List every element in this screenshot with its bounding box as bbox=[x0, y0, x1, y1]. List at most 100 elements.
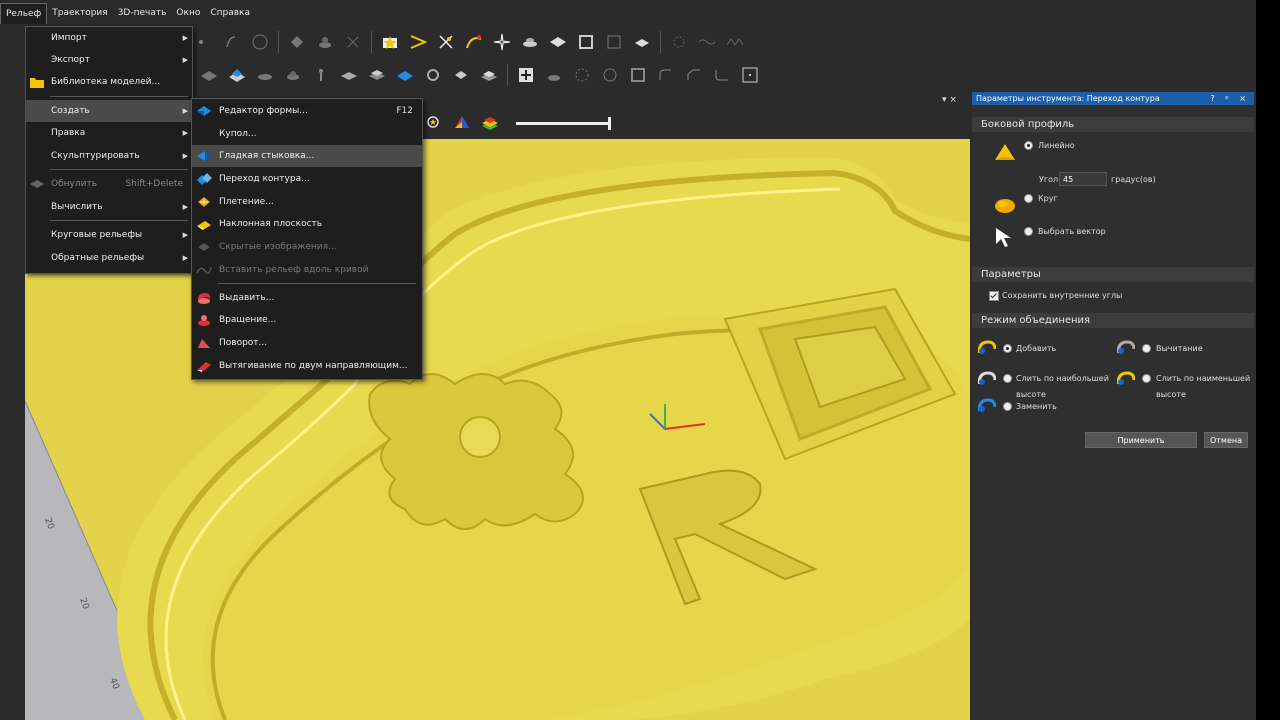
toolbar-separator bbox=[278, 31, 279, 53]
radio-add-label: Добавить bbox=[1016, 344, 1057, 353]
radio-merge-low-label: Слить по наименьшей bbox=[1156, 374, 1251, 383]
square-dot-icon[interactable] bbox=[739, 64, 761, 86]
menu-window[interactable]: Окно bbox=[171, 3, 205, 23]
star-vector-icon[interactable] bbox=[491, 31, 513, 53]
menu-relief[interactable]: Рельеф bbox=[0, 2, 48, 24]
apply-button[interactable]: Применить bbox=[1085, 432, 1197, 448]
relief-pin-icon[interactable] bbox=[310, 64, 332, 86]
square-dotted-icon[interactable] bbox=[599, 64, 621, 86]
submenu-item-turn[interactable]: Поворот... bbox=[192, 332, 422, 354]
color-layers-icon[interactable] bbox=[479, 112, 501, 134]
radio-merge-high[interactable] bbox=[1003, 374, 1012, 383]
chevron-vector-icon[interactable] bbox=[407, 31, 429, 53]
combine-add-icon bbox=[978, 340, 996, 354]
color-pyramid-icon[interactable] bbox=[451, 112, 473, 134]
radio-merge-low[interactable] bbox=[1142, 374, 1151, 383]
relief-gray-icon[interactable] bbox=[198, 64, 220, 86]
curve-relief-icon bbox=[196, 266, 212, 274]
relief-ring-icon[interactable] bbox=[422, 64, 444, 86]
box-relief-icon[interactable] bbox=[631, 31, 653, 53]
menu-help[interactable]: Справка bbox=[205, 3, 255, 23]
relief-layers-icon[interactable] bbox=[254, 64, 276, 86]
submenu-item-shape-editor[interactable]: Редактор формы... F12 bbox=[192, 100, 422, 122]
submenu-item-extrude[interactable]: Выдавить... bbox=[192, 287, 422, 309]
menu-item-create[interactable]: Создать ▶ bbox=[26, 100, 192, 122]
grid-icon[interactable] bbox=[603, 31, 625, 53]
submenu-item-smooth-join[interactable]: Гладкая стыковка... bbox=[192, 145, 422, 167]
radio-merge-high-label: Слить по наибольшей bbox=[1016, 374, 1109, 383]
weave-icon bbox=[198, 197, 210, 207]
square-frame-icon[interactable] bbox=[627, 64, 649, 86]
transparency-slider[interactable] bbox=[516, 116, 611, 130]
round-corner-icon[interactable] bbox=[711, 64, 733, 86]
menu-toolpath[interactable]: Траектория bbox=[47, 3, 112, 23]
tilted-plane-icon bbox=[197, 221, 211, 230]
cone-icon[interactable] bbox=[543, 64, 565, 86]
menu-item-calculate[interactable]: Вычислить ▶ bbox=[26, 196, 192, 218]
relief-plate-icon[interactable] bbox=[338, 64, 360, 86]
dots-icon[interactable] bbox=[668, 31, 690, 53]
section-heading: Параметры bbox=[981, 269, 1041, 280]
star-folder-icon[interactable] bbox=[379, 31, 401, 53]
relief-stack-icon[interactable] bbox=[366, 64, 388, 86]
paint-icon[interactable] bbox=[286, 31, 308, 53]
submenu-item-hidden-images[interactable]: Скрытые изображения... bbox=[192, 236, 422, 258]
submenu-item-weave[interactable]: Плетение... bbox=[192, 191, 422, 213]
submenu-item-spin[interactable]: Вращение... bbox=[192, 309, 422, 331]
menu-item-export[interactable]: Экспорт ▶ bbox=[26, 49, 192, 71]
relief-dome-icon[interactable] bbox=[282, 64, 304, 86]
circle-profile-icon bbox=[995, 199, 1015, 213]
wave-icon[interactable] bbox=[696, 31, 718, 53]
menu-item-sculpt[interactable]: Скульптурировать ▶ bbox=[26, 145, 192, 167]
screen-edge bbox=[1256, 0, 1280, 720]
disk-stack-icon[interactable] bbox=[519, 31, 541, 53]
tool-icon[interactable] bbox=[193, 31, 215, 53]
frame-icon[interactable] bbox=[575, 31, 597, 53]
zigzag-icon[interactable] bbox=[724, 31, 746, 53]
radio-circle[interactable] bbox=[1024, 194, 1033, 203]
menu-item-edit[interactable]: Правка ▶ bbox=[26, 122, 192, 144]
radio-subtract[interactable] bbox=[1142, 344, 1151, 353]
select-vector-cursor-icon bbox=[996, 228, 1011, 247]
radio-replace[interactable] bbox=[1003, 402, 1012, 411]
curve-vector-icon[interactable] bbox=[463, 31, 485, 53]
section-heading: Боковой профиль bbox=[981, 119, 1075, 130]
menu-separator bbox=[50, 96, 188, 97]
angle-input[interactable]: 45 bbox=[1059, 172, 1107, 186]
menu-3d-print[interactable]: 3D-печать bbox=[113, 3, 172, 23]
relief-diamond-icon[interactable] bbox=[450, 64, 472, 86]
submenu-item-relief-along-curve[interactable]: Вставить рельеф вдоль кривой bbox=[192, 259, 422, 281]
panel-title-buttons[interactable]: ? ᵖ × bbox=[1211, 92, 1250, 105]
submenu-item-tilted-plane[interactable]: Наклонная плоскость bbox=[192, 213, 422, 235]
tool-parameters-panel: Параметры инструмента: Переход контура ?… bbox=[972, 92, 1256, 720]
sculpt-icon[interactable] bbox=[221, 31, 243, 53]
layers-icon[interactable] bbox=[547, 31, 569, 53]
relief-layers2-icon[interactable] bbox=[478, 64, 500, 86]
submenu-item-contour-transition[interactable]: Переход контура... bbox=[192, 168, 422, 190]
circle-dotted-icon[interactable] bbox=[571, 64, 593, 86]
menu-item-circular-reliefs[interactable]: Круговые рельефы ▶ bbox=[26, 224, 192, 246]
submenu-item-two-rail-sweep[interactable]: Вытягивание по двум направляющим... bbox=[192, 355, 422, 377]
relief-blue-icon[interactable] bbox=[226, 64, 248, 86]
relief-blue-plate-icon[interactable] bbox=[394, 64, 416, 86]
radio-add[interactable] bbox=[1003, 344, 1012, 353]
menu-item-reset[interactable]: Обнулить Shift+Delete bbox=[26, 173, 192, 195]
viewport-window-buttons[interactable]: ▾ × bbox=[942, 95, 968, 105]
menu-item-reverse-reliefs[interactable]: Обратные рельефы ▶ bbox=[26, 247, 192, 269]
chamfer-icon[interactable] bbox=[683, 64, 705, 86]
stack-icon[interactable] bbox=[314, 31, 336, 53]
cancel-button[interactable]: Отмена bbox=[1204, 432, 1248, 448]
arrows-icon[interactable] bbox=[342, 31, 364, 53]
menu-item-model-library[interactable]: Библиотека моделей... bbox=[26, 71, 192, 93]
radio-select-vector[interactable] bbox=[1024, 227, 1033, 236]
submenu-item-dome[interactable]: Купол... bbox=[192, 123, 422, 145]
radio-linear[interactable] bbox=[1024, 141, 1033, 150]
scissors-vector-icon[interactable] bbox=[435, 31, 457, 53]
globe-icon[interactable] bbox=[249, 31, 271, 53]
add-icon[interactable] bbox=[515, 64, 537, 86]
keep-inner-corners-checkbox[interactable] bbox=[989, 291, 999, 301]
menu-item-import[interactable]: Импорт ▶ bbox=[26, 27, 192, 49]
corner-icon[interactable] bbox=[655, 64, 677, 86]
radio-merge-low-label-2: высоте bbox=[1156, 390, 1186, 399]
zoom-star-icon[interactable] bbox=[423, 112, 445, 134]
